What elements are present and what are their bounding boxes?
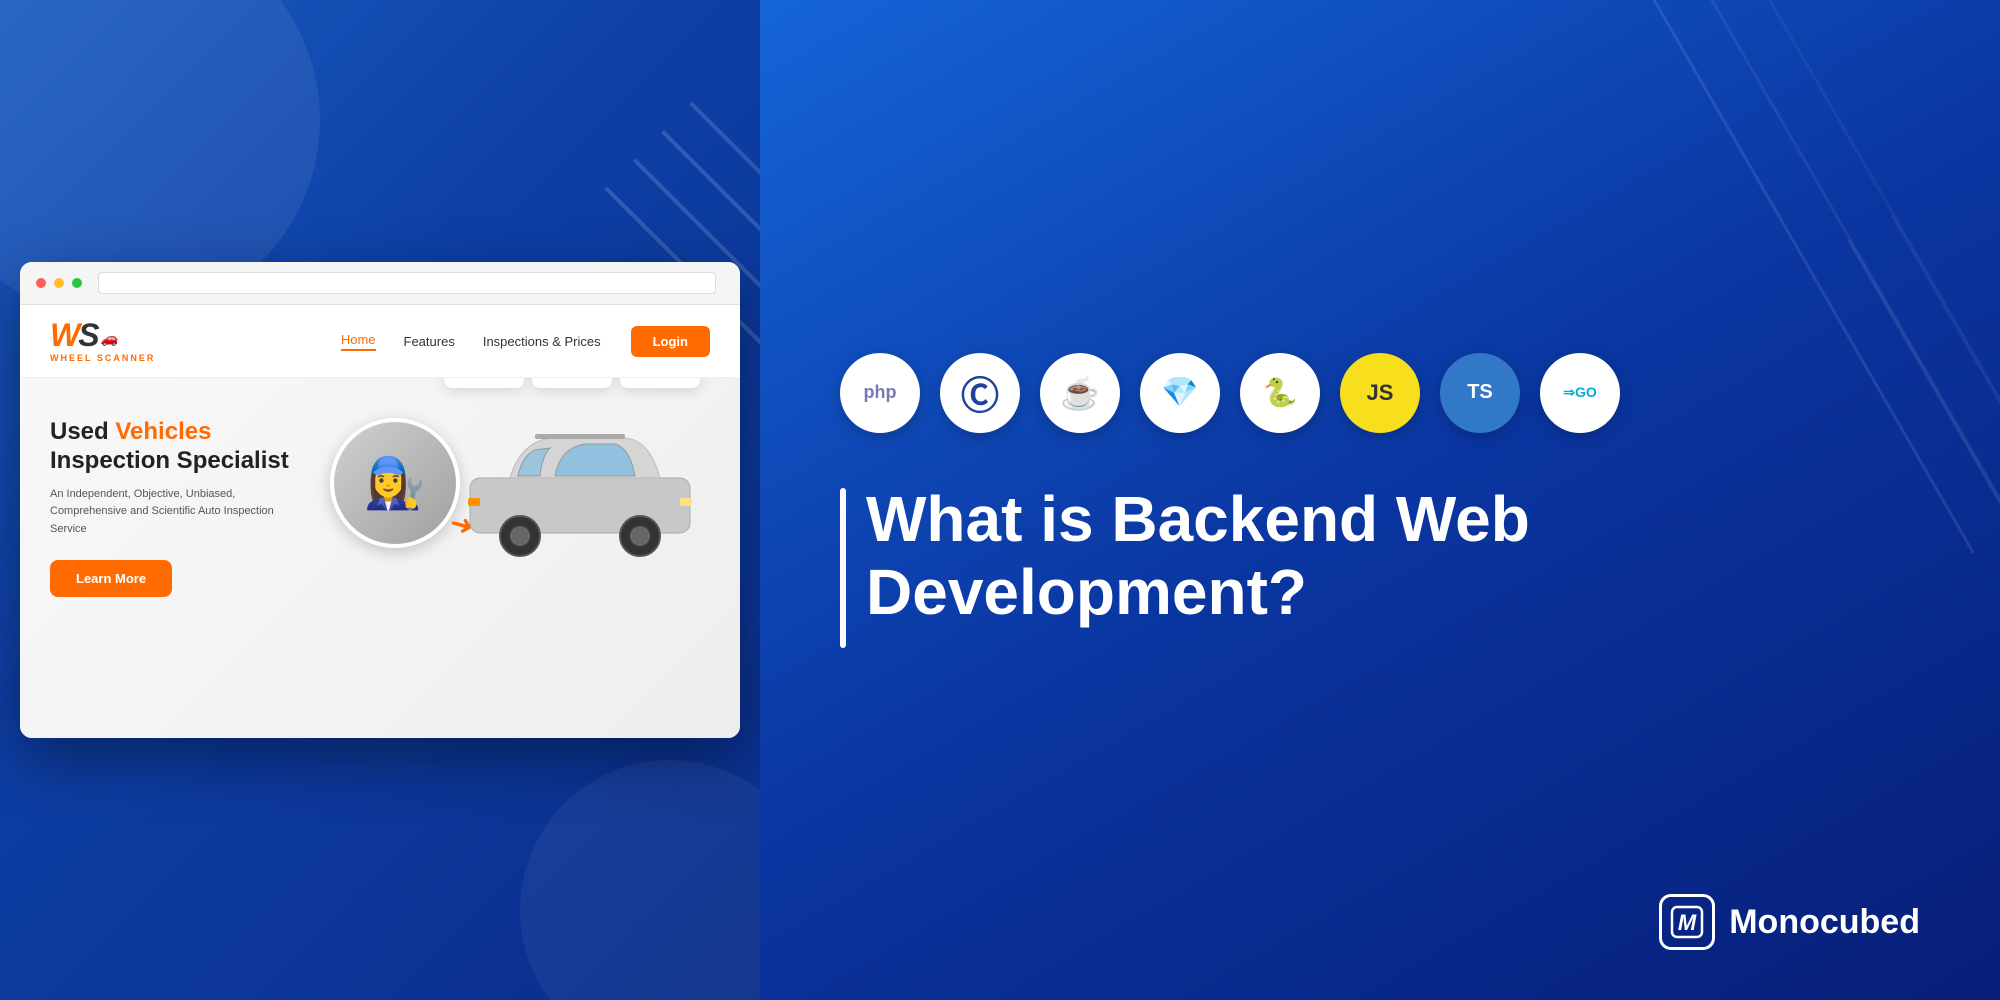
site-logo: WS🚗 WHEEL SCANNER xyxy=(50,319,155,363)
csharp-label: Ⓒ xyxy=(961,365,999,420)
heading-line2: Development? xyxy=(866,556,1307,628)
logo-ws-text: WS🚗 xyxy=(50,319,155,351)
car-image xyxy=(450,418,710,563)
learn-more-button[interactable]: Learn More xyxy=(50,560,172,597)
tech-icon-csharp: Ⓒ xyxy=(940,353,1020,433)
hero-title-line2: Inspection Specialist xyxy=(50,447,289,474)
feature-cards: ⛽ Low Fuel Mileage 🔧 Bad Tire Condition … xyxy=(444,378,700,388)
car-svg xyxy=(450,418,710,558)
monocubed-icon: M xyxy=(1659,894,1715,950)
nav-link-inspections[interactable]: Inspections & Prices xyxy=(483,334,601,349)
site-hero: Used Vehicles Inspection Specialist An I… xyxy=(20,378,740,738)
tech-icon-ruby: 💎 xyxy=(1140,353,1220,433)
browser-mockup: WS🚗 WHEEL SCANNER Home Features Inspecti… xyxy=(20,262,740,738)
browser-dot-red xyxy=(36,278,46,288)
browser-dot-green xyxy=(72,278,82,288)
logo-subtitle: WHEEL SCANNER xyxy=(50,353,155,363)
hero-title-highlight: Vehicles xyxy=(115,418,211,445)
tech-icon-php: php xyxy=(840,353,920,433)
tech-icon-java: ☕ xyxy=(1040,353,1120,433)
svg-text:M: M xyxy=(1678,910,1697,935)
monocubed-icon-svg: M xyxy=(1669,904,1705,940)
tech-icon-go: ⇒GO xyxy=(1540,353,1620,433)
php-label: php xyxy=(864,382,897,403)
feature-card-fuel: ⛽ Low Fuel Mileage xyxy=(444,378,524,388)
vertical-bar xyxy=(840,488,846,648)
monocubed-text: Monocubed xyxy=(1729,903,1920,942)
java-label: ☕ xyxy=(1060,374,1100,412)
js-label: JS xyxy=(1367,380,1394,406)
tech-icon-ts: TS xyxy=(1440,353,1520,433)
browser-dot-yellow xyxy=(54,278,64,288)
tech-icon-python: 🐍 xyxy=(1240,353,1320,433)
hero-title-prefix: Used xyxy=(50,418,115,445)
hero-text: Used Vehicles Inspection Specialist An I… xyxy=(50,408,310,597)
main-content: php Ⓒ ☕ 💎 🐍 JS TS ⇒GO xyxy=(840,353,1920,648)
python-label: 🐍 xyxy=(1263,376,1298,409)
nav-links: Home Features Inspections & Prices xyxy=(341,332,601,351)
heading-area: What is Backend Web Development? xyxy=(840,483,1920,648)
tech-icons-row: php Ⓒ ☕ 💎 🐍 JS TS ⇒GO xyxy=(840,353,1920,433)
heading-line1: What is Backend Web xyxy=(866,483,1530,555)
mechanic-image: 👩‍🔧 xyxy=(330,418,460,548)
browser-url-bar xyxy=(98,272,716,294)
login-button[interactable]: Login xyxy=(631,326,710,357)
feature-card-tire: 🔧 Bad Tire Condition xyxy=(532,378,612,388)
left-panel: WS🚗 WHEEL SCANNER Home Features Inspecti… xyxy=(0,0,760,1000)
right-panel: php Ⓒ ☕ 💎 🐍 JS TS ⇒GO xyxy=(760,0,2000,1000)
main-heading: What is Backend Web Development? xyxy=(866,483,1530,630)
hero-title: Used Vehicles Inspection Specialist xyxy=(50,418,310,476)
ts-label: TS xyxy=(1467,381,1493,404)
browser-bar xyxy=(20,262,740,305)
nav-link-features[interactable]: Features xyxy=(404,334,455,349)
go-label: ⇒GO xyxy=(1563,384,1597,401)
monocubed-logo: M Monocubed xyxy=(1659,894,1920,950)
hero-description: An Independent, Objective, Unbiased, Com… xyxy=(50,486,310,539)
ruby-label: 💎 xyxy=(1161,375,1198,410)
tech-icon-js: JS xyxy=(1340,353,1420,433)
feature-card-ac: ❄️ Low AC Cooling xyxy=(620,378,700,388)
site-nav: WS🚗 WHEEL SCANNER Home Features Inspecti… xyxy=(20,305,740,378)
nav-link-home[interactable]: Home xyxy=(341,332,376,351)
